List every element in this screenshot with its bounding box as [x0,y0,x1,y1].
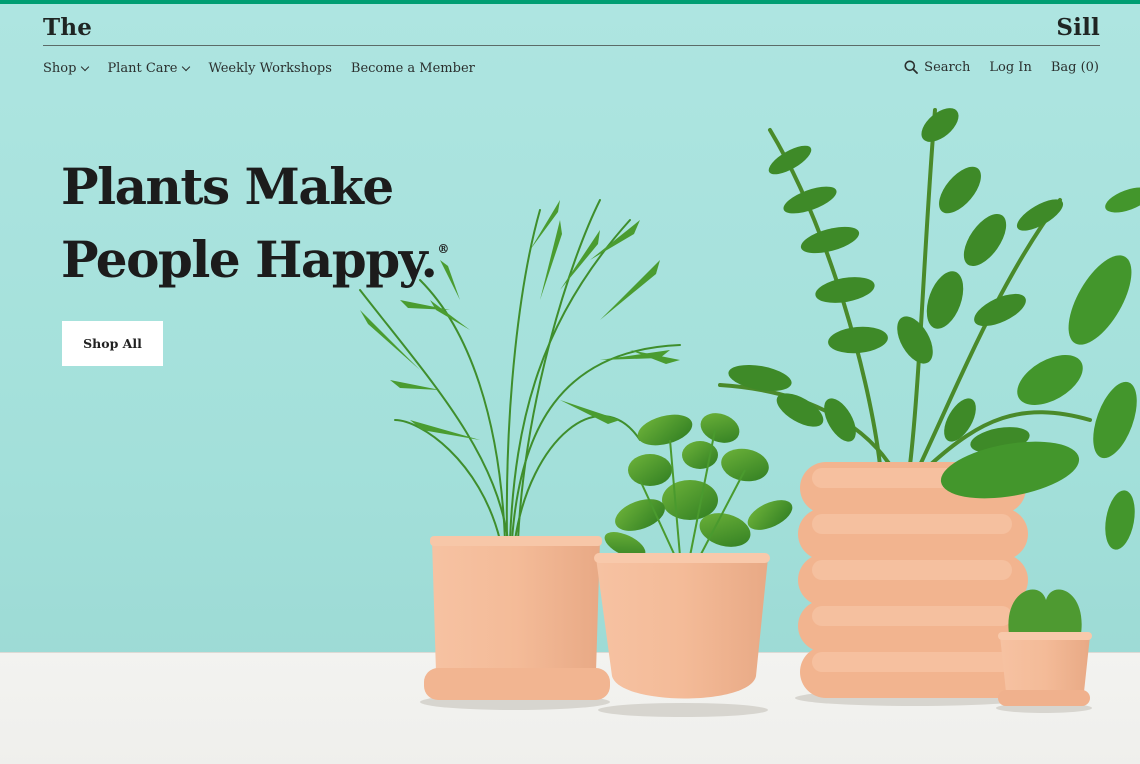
search-icon [904,60,919,74]
search-label: Search [924,59,971,75]
main-nav: Shop Plant Care Weekly Workshops Become … [43,58,494,78]
nav-item-become-member[interactable]: Become a Member [351,61,475,76]
brand-logo-right: Sill [1056,14,1100,41]
chevron-down-icon [182,62,191,71]
nav-item-plant-care[interactable]: Plant Care [107,60,191,76]
nav-item-weekly-workshops[interactable]: Weekly Workshops [208,61,331,76]
nav-item-label: Plant Care [107,60,178,76]
bag-link[interactable]: Bag (0) [1051,60,1099,75]
nav-item-shop[interactable]: Shop [43,60,90,76]
utility-nav: Search Log In Bag (0) [885,57,1099,77]
hero-headline-line2-text: People Happy. [61,230,438,289]
brand-logo[interactable]: The Sill [43,14,1100,46]
nav-item-label: Become a Member [350,60,475,76]
nav-item-label: Weekly Workshops [208,60,332,76]
login-link[interactable]: Log In [989,60,1031,75]
hero-headline-line2: People Happy.® [61,218,449,291]
hero-section: Plants Make People Happy.® Shop All [0,4,1140,764]
hero-headline: Plants Make People Happy.® [61,156,449,291]
nav-item-label: Shop [43,60,77,76]
chevron-down-icon [81,62,90,71]
hero-headline-line1: Plants Make [61,157,394,216]
registered-mark: ® [437,242,450,256]
hero-plants-image [359,108,1140,717]
search-link[interactable]: Search [904,60,970,75]
shop-all-button[interactable]: Shop All [62,321,163,366]
brand-logo-left: The [43,14,93,41]
